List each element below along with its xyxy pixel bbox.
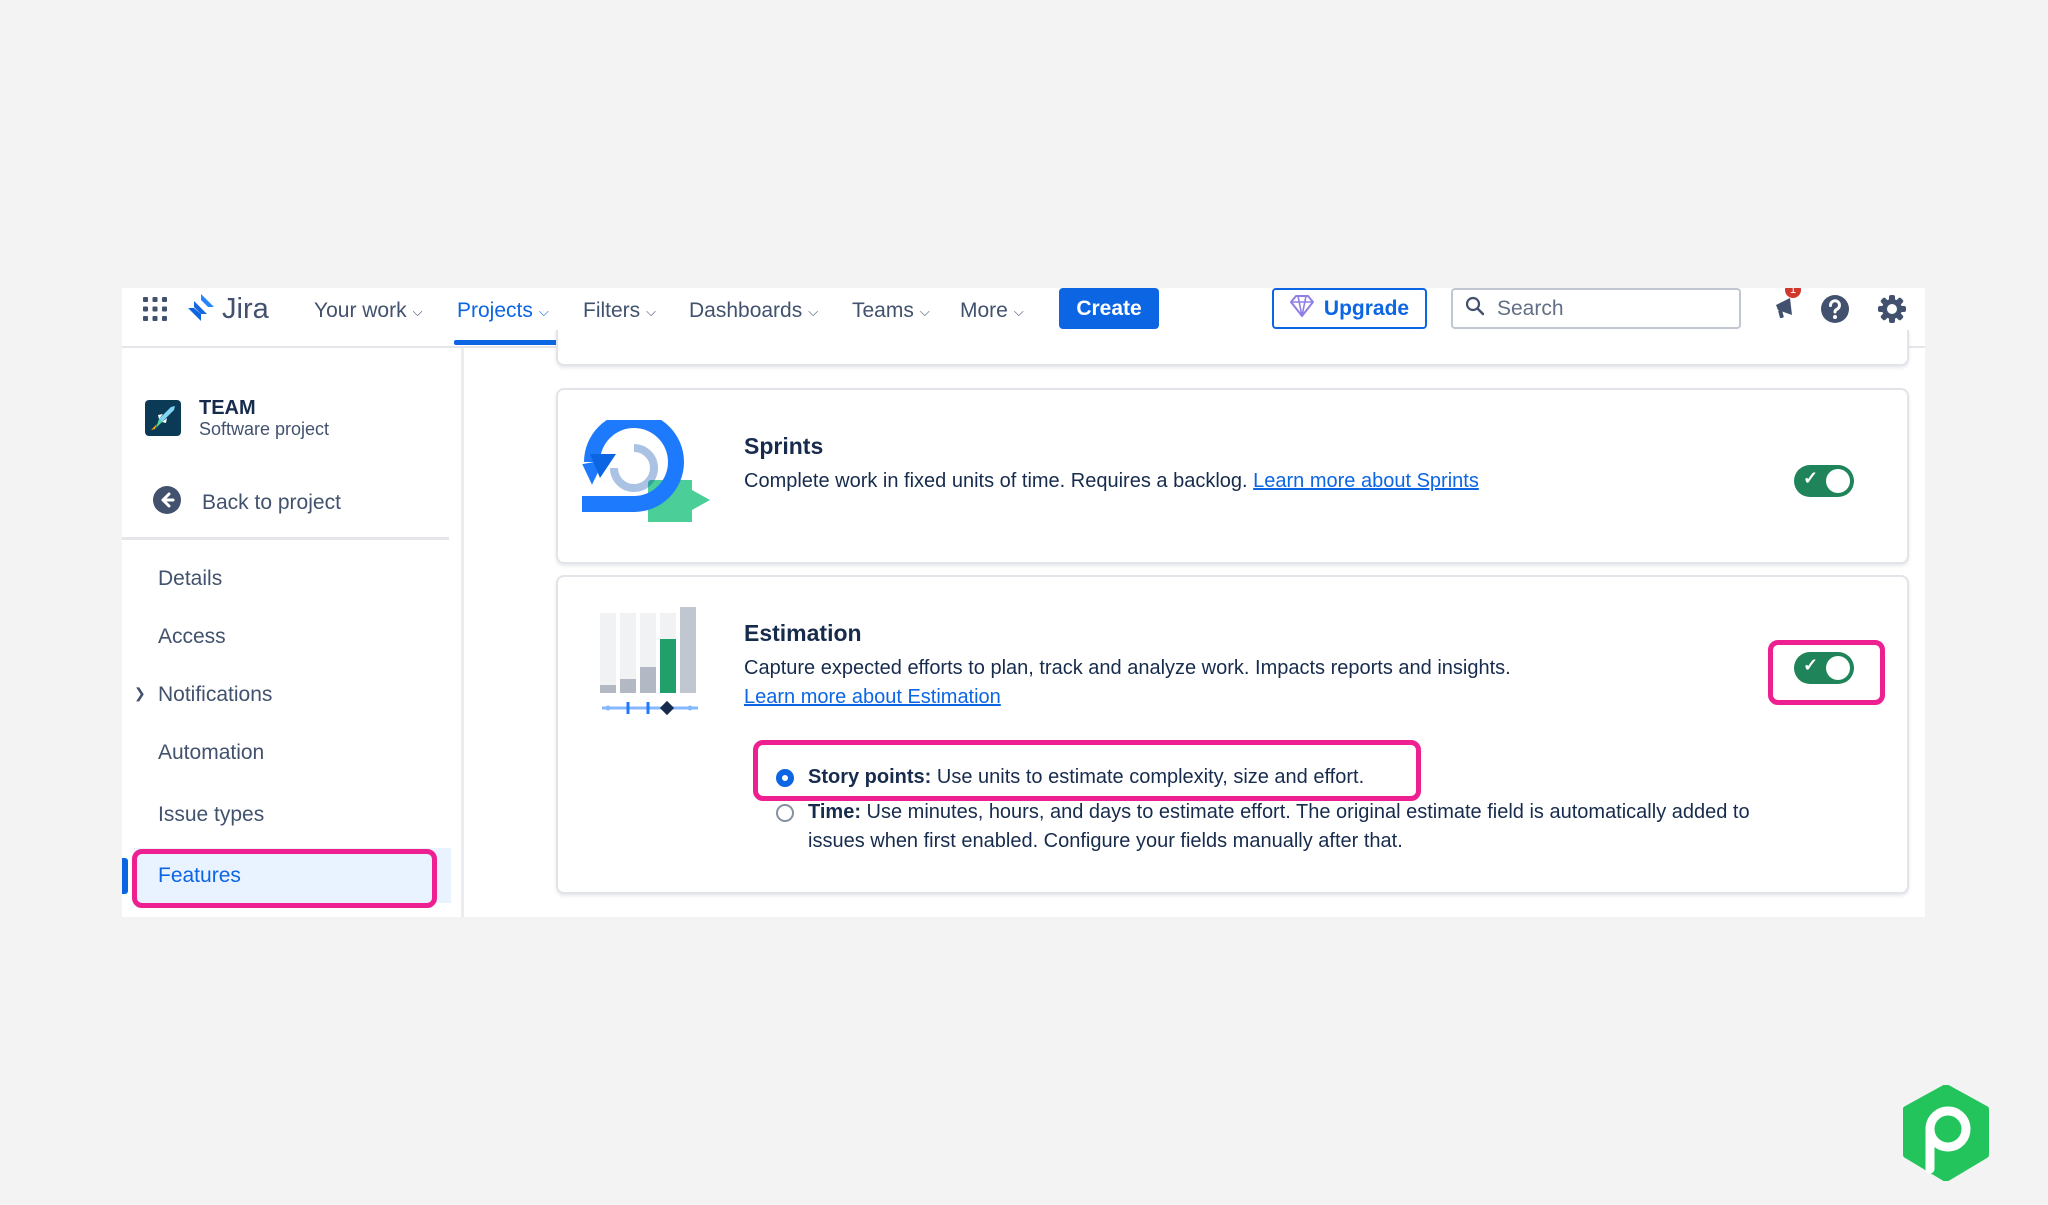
- jira-window: Jira Your work ⌵ Projects ⌵ Filters ⌵ Dashb…: [122, 288, 1925, 917]
- sprints-title: Sprints: [744, 433, 824, 459]
- app-switcher-icon[interactable]: [142, 296, 168, 327]
- sidebar-item-details[interactable]: Details: [158, 567, 222, 591]
- toggle-knob: [1826, 469, 1850, 493]
- learn-more-sprints-link[interactable]: Learn more about Sprints: [1253, 470, 1479, 492]
- nav-teams[interactable]: Teams ⌵: [852, 296, 930, 326]
- sprints-toggle[interactable]: ✓: [1794, 465, 1854, 497]
- active-tab-indicator: [454, 340, 558, 345]
- time-option: Time: Use minutes, hours, and days to es…: [808, 798, 1758, 856]
- estimation-toggle[interactable]: ✓: [1794, 652, 1854, 684]
- nav-label: More: [960, 299, 1008, 322]
- story-points-option: Story points: Use units to estimate comp…: [808, 763, 1364, 792]
- sprints-description-line: Complete work in fixed units of time. Re…: [744, 470, 1479, 493]
- sidebar-divider: [461, 348, 464, 917]
- selected-indicator: [122, 858, 128, 894]
- project-name: TEAM: [199, 397, 256, 419]
- chevron-down-icon: ⌵: [1013, 304, 1024, 319]
- chevron-right-icon[interactable]: ❯: [134, 685, 146, 702]
- sidebar-item-features[interactable]: Features: [158, 864, 241, 888]
- nav-more[interactable]: More ⌵: [960, 296, 1024, 326]
- previous-feature-card: [556, 330, 1909, 366]
- sprints-description: Complete work in fixed units of time. Re…: [744, 470, 1248, 492]
- nav-label: Projects: [457, 299, 533, 322]
- search-icon: [1465, 296, 1485, 321]
- estimation-title: Estimation: [744, 620, 862, 646]
- story-points-label: Story points:: [808, 766, 932, 788]
- jira-logo-icon: [186, 292, 216, 327]
- sidebar-item-automation[interactable]: Automation: [158, 741, 264, 765]
- sidebar-item-issue-types[interactable]: Issue types: [158, 803, 264, 827]
- back-to-project-link[interactable]: Back to project: [152, 485, 341, 520]
- nav-label: Filters: [583, 299, 641, 322]
- chevron-down-icon: ⌵: [646, 304, 657, 319]
- checkmark-icon: ✓: [1803, 468, 1819, 488]
- brand-logo-icon: [1902, 1084, 1990, 1186]
- story-points-radio[interactable]: [776, 769, 794, 787]
- chevron-down-icon: ⌵: [919, 304, 930, 319]
- back-arrow-icon: [152, 485, 182, 520]
- chevron-down-icon: ⌵: [538, 304, 549, 319]
- nav-projects[interactable]: Projects ⌵: [457, 296, 549, 326]
- nav-label: Teams: [852, 299, 914, 322]
- nav-label: Your work: [314, 299, 407, 322]
- project-type: Software project: [199, 419, 330, 439]
- create-button[interactable]: Create: [1059, 288, 1159, 329]
- sidebar-separator: [122, 537, 449, 540]
- estimation-description: Capture expected efforts to plan, track …: [744, 657, 1511, 679]
- help-icon[interactable]: [1819, 293, 1851, 330]
- nav-filters[interactable]: Filters ⌵: [583, 296, 656, 326]
- project-avatar-icon: [145, 400, 181, 441]
- estimation-link-line: Learn more about Estimation: [744, 686, 1001, 709]
- sprints-illustration-icon: [582, 412, 722, 531]
- sidebar-item-access[interactable]: Access: [158, 625, 226, 649]
- jira-logo[interactable]: Jira: [186, 292, 269, 327]
- search-input[interactable]: [1495, 295, 1729, 322]
- nav-your-work[interactable]: Your work ⌵: [314, 296, 422, 326]
- upgrade-button[interactable]: Upgrade: [1272, 288, 1427, 329]
- diamond-icon: [1289, 294, 1314, 323]
- nav-label: Dashboards: [689, 299, 803, 322]
- checkmark-icon: ✓: [1803, 655, 1819, 675]
- toggle-knob: [1826, 656, 1850, 680]
- estimation-illustration-icon: [598, 607, 702, 724]
- chevron-down-icon: ⌵: [412, 304, 423, 319]
- sidebar-item-notifications[interactable]: Notifications: [158, 683, 272, 707]
- story-points-text: Use units to estimate complexity, size a…: [936, 766, 1365, 788]
- back-to-project-label: Back to project: [202, 490, 341, 514]
- megaphone-icon[interactable]: [1772, 293, 1802, 328]
- chevron-down-icon: ⌵: [808, 304, 819, 319]
- settings-icon[interactable]: [1876, 293, 1908, 330]
- app-name: Jira: [222, 293, 269, 325]
- search-box[interactable]: [1451, 288, 1741, 329]
- nav-dashboards[interactable]: Dashboards ⌵: [689, 296, 818, 326]
- upgrade-label: Upgrade: [1323, 296, 1410, 320]
- time-text: Use minutes, hours, and days to estimate…: [808, 801, 1750, 852]
- learn-more-estimation-link[interactable]: Learn more about Estimation: [744, 686, 1001, 708]
- time-radio[interactable]: [776, 804, 794, 822]
- time-label: Time:: [808, 801, 861, 823]
